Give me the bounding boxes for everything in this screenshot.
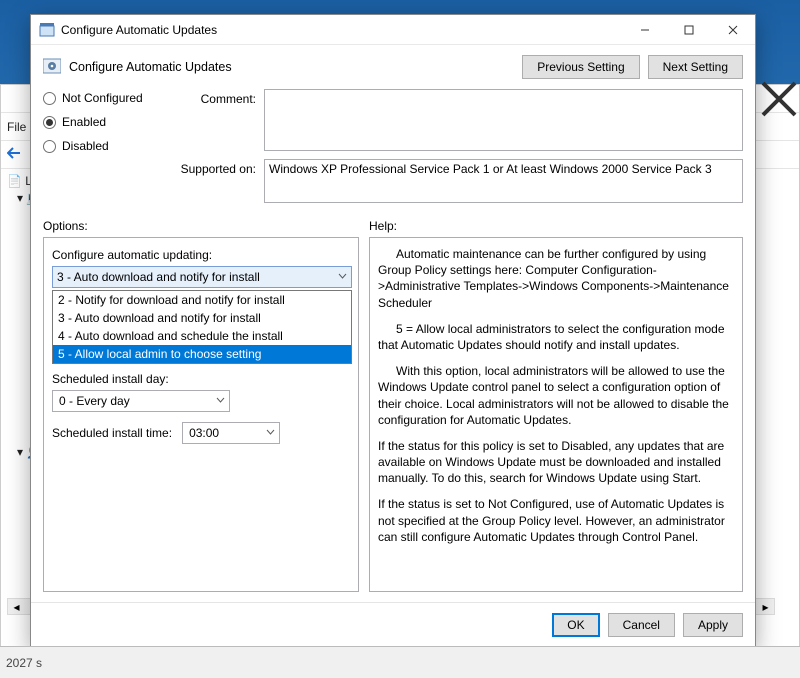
configure-updating-dropdown[interactable]: 2 - Notify for download and notify for i… (52, 290, 352, 364)
install-day-select[interactable]: 0 - Every day (52, 390, 230, 412)
dialog-titlebar: Configure Automatic Updates (31, 15, 755, 45)
comment-textarea[interactable] (264, 89, 743, 151)
dropdown-option[interactable]: 5 - Allow local admin to choose setting (53, 345, 351, 363)
dialog-subheader: Configure Automatic Updates Previous Set… (31, 45, 755, 89)
dialog-buttons: OK Cancel Apply (31, 602, 755, 647)
install-day-label: Scheduled install day: (52, 372, 350, 386)
chevron-down-icon (266, 426, 275, 440)
supported-label: Supported on: (171, 159, 256, 203)
next-setting-button[interactable]: Next Setting (648, 55, 743, 79)
dialog-icon (39, 22, 55, 38)
status-text: 2027 s (6, 656, 42, 670)
ok-button[interactable]: OK (552, 613, 599, 637)
dropdown-option[interactable]: 2 - Notify for download and notify for i… (53, 291, 351, 309)
help-pane[interactable]: Automatic maintenance can be further con… (369, 237, 743, 592)
dialog-subtitle: Configure Automatic Updates (69, 60, 232, 74)
scroll-right-icon[interactable]: ▸ (757, 599, 774, 614)
configure-updating-label: Configure automatic updating: (52, 248, 350, 262)
radio-not-configured[interactable]: Not Configured (43, 91, 153, 105)
help-text: 5 = Allow local administrators to select… (378, 321, 734, 353)
help-text: If the status is set to Not Configured, … (378, 496, 734, 545)
policy-icon (43, 57, 61, 78)
comment-label: Comment: (171, 89, 256, 151)
configure-updates-dialog: Configure Automatic Updates Configure Au… (30, 14, 756, 648)
options-heading: Options: (43, 219, 369, 233)
install-time-select[interactable]: 03:00 (182, 422, 280, 444)
help-text: Automatic maintenance can be further con… (378, 246, 734, 311)
state-radio-group: Not Configured Enabled Disabled (43, 89, 153, 153)
close-button[interactable] (711, 15, 755, 45)
back-icon[interactable] (7, 146, 21, 163)
maximize-button[interactable] (667, 15, 711, 45)
radio-disabled[interactable]: Disabled (43, 139, 153, 153)
supported-text: Windows XP Professional Service Pack 1 o… (264, 159, 743, 203)
help-text: If the status for this policy is set to … (378, 438, 734, 487)
chevron-down-icon (216, 394, 225, 408)
options-pane: Configure automatic updating: 3 - Auto d… (43, 237, 359, 592)
help-heading: Help: (369, 219, 397, 233)
minimize-button[interactable] (623, 15, 667, 45)
bg-menu-file[interactable]: File (7, 120, 26, 134)
previous-setting-button[interactable]: Previous Setting (522, 55, 639, 79)
cancel-button[interactable]: Cancel (608, 613, 675, 637)
help-text: With this option, local administrators w… (378, 363, 734, 428)
configure-updating-select[interactable]: 3 - Auto download and notify for install (52, 266, 352, 288)
dialog-title: Configure Automatic Updates (61, 23, 623, 37)
taskbar[interactable]: 2027 s (0, 646, 800, 678)
dropdown-option[interactable]: 3 - Auto download and notify for install (53, 309, 351, 327)
scroll-left-icon[interactable]: ◂ (8, 599, 25, 614)
radio-enabled[interactable]: Enabled (43, 115, 153, 129)
apply-button[interactable]: Apply (683, 613, 743, 637)
dropdown-option[interactable]: 4 - Auto download and schedule the insta… (53, 327, 351, 345)
bg-close-button[interactable] (759, 85, 799, 113)
chevron-down-icon (338, 270, 347, 284)
install-time-label: Scheduled install time: (52, 426, 172, 440)
